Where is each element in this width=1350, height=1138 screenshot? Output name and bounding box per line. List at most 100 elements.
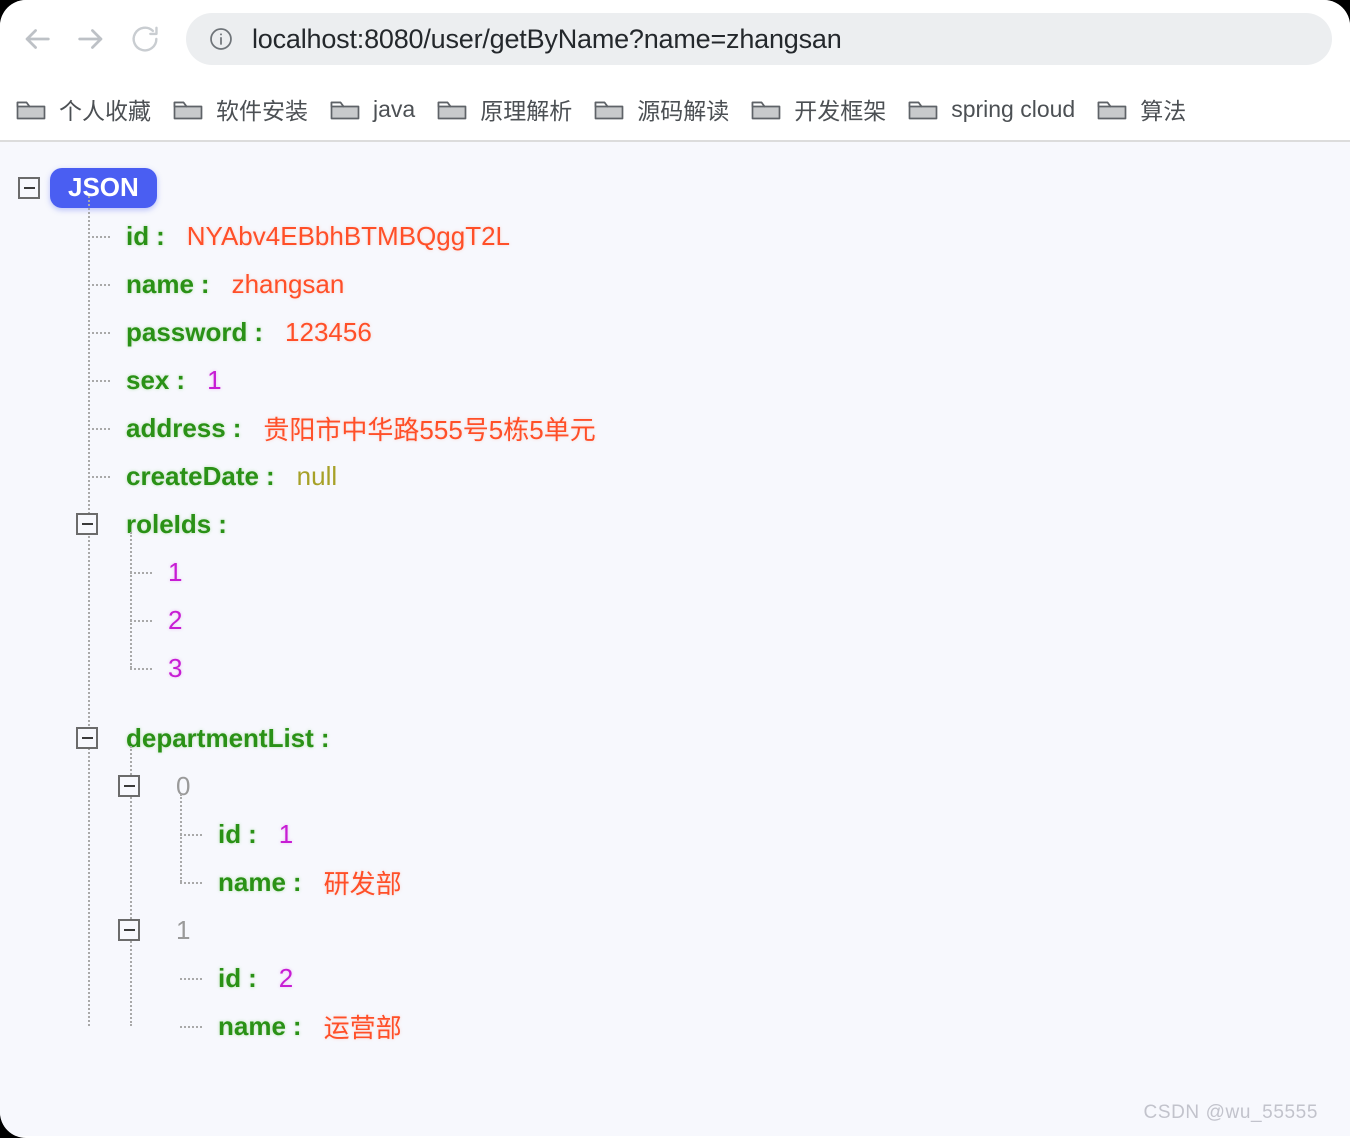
json-colon: : <box>265 460 275 491</box>
json-value: null <box>296 460 338 491</box>
json-colon: : <box>254 316 264 347</box>
collapse-toggle-roleids[interactable] <box>76 513 98 535</box>
json-key: roleIds <box>126 508 212 539</box>
json-colon: : <box>292 1010 302 1041</box>
bookmark-item[interactable]: 个人收藏 <box>8 88 165 130</box>
bookmark-item[interactable]: 算法 <box>1089 88 1200 130</box>
bookmark-label: spring cloud <box>951 95 1076 122</box>
json-root-row: JSON <box>18 164 1350 212</box>
json-colon: : <box>292 866 302 897</box>
folder-icon <box>437 97 467 121</box>
json-departmentlist-children: 0 id : 1 name : 研发部 1 id: 2 name: 运营部 <box>118 746 1350 1050</box>
json-row-sex: sex : 1 <box>88 356 1350 404</box>
json-colon: : <box>200 268 210 299</box>
json-colon: : <box>232 412 242 443</box>
json-array-index: 0 <box>176 770 191 801</box>
folder-icon <box>16 97 46 121</box>
bookmark-label: 个人收藏 <box>59 98 151 124</box>
bookmark-label: 源码解读 <box>637 98 730 124</box>
json-value: 2 <box>168 604 183 635</box>
json-row-dept-id: id : 2 <box>180 954 1350 1002</box>
json-value: 研发部 <box>323 868 402 899</box>
bookmark-label: 原理解析 <box>480 98 573 124</box>
json-array-index: 1 <box>176 914 191 945</box>
json-row-dept-id: id : 1 <box>180 810 1350 858</box>
json-key: address <box>126 412 226 443</box>
json-key: departmentList <box>126 722 314 753</box>
folder-icon <box>330 97 360 121</box>
arrow-right-icon <box>74 22 108 56</box>
json-key: name <box>218 866 286 897</box>
json-colon: : <box>248 962 257 993</box>
bookmark-item[interactable]: spring cloud <box>900 92 1089 127</box>
json-array-item: 1 <box>130 548 1350 596</box>
json-row-roleids: roleIds : <box>76 500 1350 548</box>
address-bar[interactable]: localhost:8080/user/getByName?name=zhang… <box>186 13 1332 65</box>
browser-toolbar: localhost:8080/user/getByName?name=zhang… <box>0 0 1350 78</box>
json-value: 3 <box>168 652 183 683</box>
json-department-index-row: 0 <box>118 762 1350 810</box>
json-value: NYAbv4EBbhBTMBQggT2L <box>186 220 511 251</box>
json-key: createDate <box>126 460 259 491</box>
json-colon: : <box>218 508 227 539</box>
json-root-children: id : NYAbv4EBbhBTMBQggT2L name : zhangsa… <box>76 196 1350 1050</box>
collapse-toggle-department-0[interactable] <box>118 775 140 797</box>
json-root-node: JSON id : NYAbv4EBbhBTMBQggT2L name : zh… <box>18 164 1350 1050</box>
forward-button[interactable] <box>64 12 118 66</box>
json-value: 123456 <box>285 316 372 347</box>
watermark: CSDN @wu_55555 <box>1143 1102 1318 1123</box>
json-row-dept-name: name : 研发部 <box>180 858 1350 906</box>
bookmark-item[interactable]: java <box>322 92 429 127</box>
json-value: 贵阳市中华路555号5栋5单元 <box>263 414 596 445</box>
json-key: id <box>218 962 242 993</box>
collapse-toggle-department-1[interactable] <box>118 919 140 941</box>
json-array-item: 2 <box>130 596 1350 644</box>
json-key: sex <box>126 364 170 395</box>
folder-icon <box>173 97 203 121</box>
folder-icon <box>594 97 624 121</box>
json-row-name: name : zhangsan <box>88 260 1350 308</box>
json-value: 2 <box>278 962 294 993</box>
bookmark-label: 开发框架 <box>794 98 887 124</box>
json-row-id: id : NYAbv4EBbhBTMBQggT2L <box>88 212 1350 260</box>
json-department-0-children: id : 1 name : 研发部 <box>180 794 1350 906</box>
back-button[interactable] <box>10 12 64 66</box>
bookmarks-bar: 个人收藏 软件安装 java 原理解析 源码解读 开发框架 spring clo… <box>0 78 1350 142</box>
info-circle-icon[interactable] <box>208 26 234 52</box>
json-department-1-children: id : 2 name : 运营部 <box>180 954 1350 1050</box>
json-roleids-children: 1 2 3 <box>130 532 1350 692</box>
json-row-departmentlist: departmentList : <box>76 714 1350 762</box>
json-value: zhangsan <box>231 268 345 299</box>
json-key: id <box>218 818 242 849</box>
json-department-index-row: 1 <box>118 906 1350 954</box>
json-row-address: address : 贵阳市中华路555号5栋5单元 <box>88 404 1350 452</box>
bookmark-item[interactable]: 源码解读 <box>586 88 743 130</box>
collapse-toggle-departmentlist[interactable] <box>76 727 98 749</box>
url-text: localhost:8080/user/getByName?name=zhang… <box>252 23 842 54</box>
json-value: 1 <box>207 364 222 395</box>
json-key: name <box>126 268 194 299</box>
json-value: 1 <box>168 556 183 587</box>
reload-icon <box>129 23 161 55</box>
json-array-item: 3 <box>130 644 1350 692</box>
reload-button[interactable] <box>118 12 172 66</box>
bookmark-label: 算法 <box>1140 98 1187 124</box>
bookmark-label: 软件安装 <box>216 98 308 124</box>
json-colon: : <box>248 818 257 849</box>
json-row-password: password : 123456 <box>88 308 1350 356</box>
browser-window: localhost:8080/user/getByName?name=zhang… <box>0 0 1350 1138</box>
json-colon: : <box>156 220 165 251</box>
folder-icon <box>1097 97 1127 121</box>
folder-icon <box>908 97 938 121</box>
json-colon: : <box>176 364 186 395</box>
json-row-dept-name: name : 运营部 <box>180 1002 1350 1050</box>
json-colon: : <box>320 722 330 753</box>
collapse-toggle-root[interactable] <box>18 177 40 199</box>
json-key: name <box>218 1010 286 1041</box>
arrow-left-icon <box>20 22 54 56</box>
bookmark-item[interactable]: 开发框架 <box>743 88 900 130</box>
json-viewer: JSON id : NYAbv4EBbhBTMBQggT2L name : zh… <box>0 142 1350 1136</box>
folder-icon <box>751 97 781 121</box>
bookmark-item[interactable]: 软件安装 <box>165 88 322 130</box>
bookmark-item[interactable]: 原理解析 <box>429 88 586 130</box>
